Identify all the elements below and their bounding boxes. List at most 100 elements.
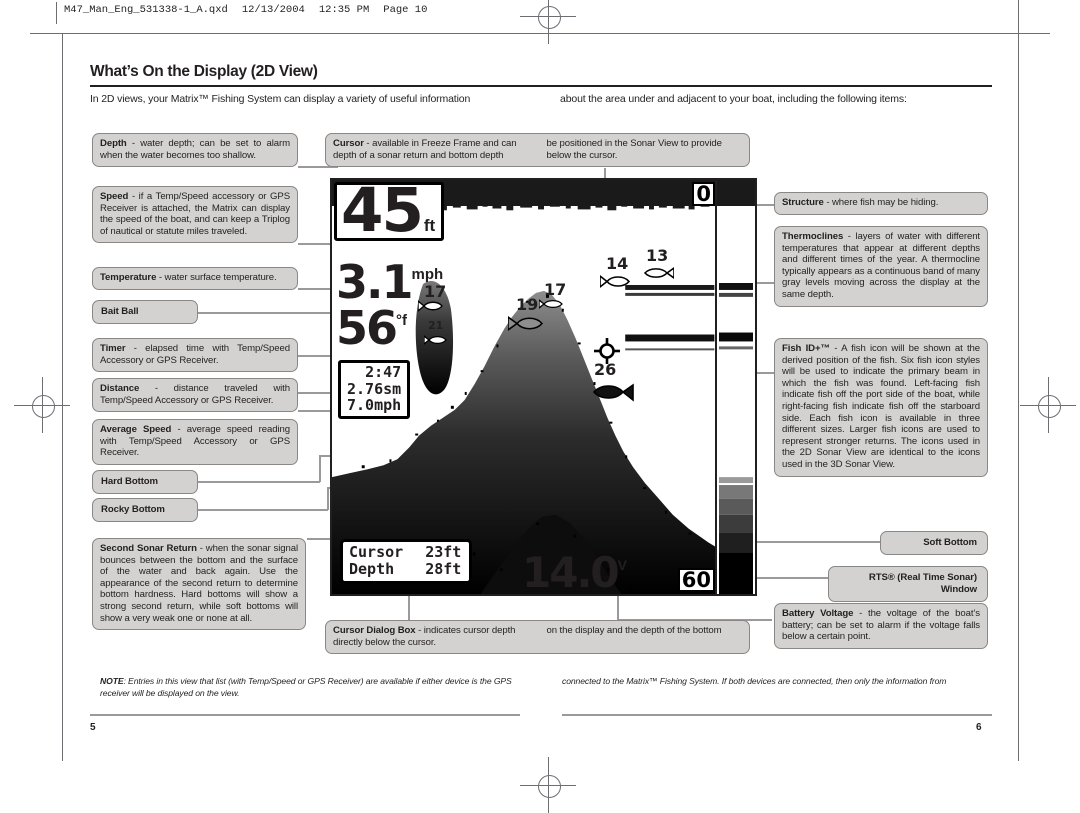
callout-average-speed[interactable]: Average Speed - average speed reading wi… bbox=[92, 419, 298, 465]
note-text-right: connected to the Matrix™ Fishing System.… bbox=[562, 676, 947, 686]
callout-temperature[interactable]: Temperature - water surface temperature. bbox=[92, 267, 298, 290]
fish-label-13: 13 bbox=[646, 246, 669, 265]
depth-value: 45 bbox=[341, 178, 424, 246]
callout-fish-id[interactable]: Fish ID+™ - A fish icon will be shown at… bbox=[774, 338, 988, 477]
callout-rocky-bottom-term: Rocky Bottom bbox=[101, 504, 165, 515]
callout-distance[interactable]: Distance - distance traveled with Temp/S… bbox=[92, 378, 298, 413]
callout-battery-voltage[interactable]: Battery Voltage - the voltage of the boa… bbox=[774, 603, 988, 649]
callout-rts-window[interactable]: RTS® (Real Time Sonar) Window bbox=[828, 566, 988, 602]
callout-speed[interactable]: Speed - if a Temp/Speed accessory or GPS… bbox=[92, 186, 298, 244]
temperature-readout: 56 °f bbox=[336, 301, 408, 355]
callout-structure[interactable]: Structure - where fish may be hiding. bbox=[774, 192, 988, 215]
sonar-display-2d-view[interactable]: 45 ft 3.1 mph 56 °f 2:47 2.76sm 7.0mph 1 bbox=[330, 178, 757, 596]
registration-mark-top bbox=[520, 0, 576, 44]
fish-icon-17-left bbox=[418, 300, 443, 312]
fish-icon-14 bbox=[600, 274, 631, 289]
callout-soft-bottom[interactable]: Soft Bottom bbox=[880, 531, 988, 555]
callout-depth-term: Depth bbox=[100, 138, 127, 149]
slug-time: 12:35 PM bbox=[318, 4, 370, 16]
callout-hard-bottom-term: Hard Bottom bbox=[101, 476, 158, 487]
footer-rule-right bbox=[562, 714, 992, 716]
depth-readout: 45 ft bbox=[334, 178, 445, 246]
battery-voltage-value: 14.0 bbox=[522, 548, 620, 596]
connector-hard-bottom-h bbox=[198, 481, 320, 483]
note-text-left: NOTE: Entries in this view that list (wi… bbox=[100, 676, 520, 699]
callout-distance-term: Distance bbox=[100, 383, 140, 394]
connector-rocky-bottom-h bbox=[198, 509, 328, 511]
callout-soft-bottom-term: Soft Bottom bbox=[923, 537, 977, 548]
slug-filename: M47_Man_Eng_531338-1_A.qxd bbox=[64, 4, 228, 16]
cursor-dialog-depth-value: 28ft bbox=[425, 560, 462, 578]
callout-second-sonar-return-term: Second Sonar Return bbox=[100, 543, 197, 554]
temperature-unit: °f bbox=[396, 312, 408, 329]
slug-date: 12/13/2004 bbox=[241, 4, 305, 16]
callout-battery-voltage-term: Battery Voltage bbox=[782, 608, 854, 619]
triplog-box: 2:47 2.76sm 7.0mph bbox=[338, 360, 411, 419]
fish-label-14: 14 bbox=[606, 254, 629, 273]
callout-temperature-term: Temperature bbox=[100, 272, 157, 283]
depth-unit: ft bbox=[423, 216, 436, 235]
callout-cursor-text-2: be positioned in the Sonar View to provi… bbox=[546, 138, 722, 161]
callout-fish-id-text: - A fish icon will be shown at the deriv… bbox=[782, 343, 981, 470]
connector-soft-bottom bbox=[740, 541, 880, 543]
callout-thermoclines-term: Thermoclines bbox=[782, 231, 844, 242]
cursor-crosshair-icon bbox=[594, 338, 620, 364]
slug-page: Page 10 bbox=[383, 4, 428, 16]
triplog-distance: 2.76sm bbox=[347, 379, 402, 398]
note-label: NOTE bbox=[100, 676, 124, 686]
slug-divider bbox=[56, 2, 57, 24]
callout-cursor-term: Cursor bbox=[333, 138, 364, 149]
scale-label-top: 0 bbox=[692, 182, 715, 206]
title-rule bbox=[90, 85, 992, 87]
callout-hard-bottom[interactable]: Hard Bottom bbox=[92, 470, 198, 494]
callout-depth-text: - water depth; can be set to alarm when … bbox=[100, 138, 290, 161]
fish-label-21: 21 bbox=[428, 319, 444, 332]
callout-thermoclines[interactable]: Thermoclines - layers of water with diff… bbox=[774, 226, 988, 307]
callout-structure-term: Structure bbox=[782, 197, 824, 208]
fish-icon-26 bbox=[592, 383, 634, 402]
trim-line-top bbox=[30, 33, 1050, 34]
trim-line-right bbox=[1018, 0, 1019, 761]
registration-mark-bottom bbox=[520, 757, 576, 813]
rts-returns bbox=[719, 283, 753, 594]
callout-speed-text: - if a Temp/Speed accessory or GPS Recei… bbox=[100, 191, 290, 237]
battery-voltage-readout: 14.0 V bbox=[522, 548, 627, 596]
callout-second-sonar-return-text: - when the sonar signal bounces between … bbox=[100, 543, 298, 624]
callout-cursor-dialog-term: Cursor Dialog Box bbox=[333, 625, 416, 636]
scale-label-bottom: 60 bbox=[677, 568, 715, 592]
callout-cursor[interactable]: Cursor - available in Freeze Frame and c… bbox=[325, 133, 750, 168]
callout-timer-term: Timer bbox=[100, 343, 126, 354]
intro-text-left: In 2D views, your Matrix™ Fishing System… bbox=[90, 93, 471, 105]
sonar-canvas: 45 ft 3.1 mph 56 °f 2:47 2.76sm 7.0mph 1 bbox=[332, 180, 755, 594]
callout-speed-term: Speed bbox=[100, 191, 129, 202]
callout-cursor-dialog-text-2: on the display and the depth of the bott… bbox=[546, 625, 722, 636]
fish-icon-17-center bbox=[539, 299, 563, 309]
speed-unit: mph bbox=[411, 266, 444, 283]
connector-rocky-bottom-v bbox=[327, 487, 329, 510]
callout-cursor-dialog-box[interactable]: Cursor Dialog Box - indicates cursor dep… bbox=[325, 620, 750, 655]
fish-icon-21 bbox=[424, 335, 447, 345]
footer-rule-left bbox=[90, 714, 520, 716]
connector-hard-bottom-v bbox=[319, 455, 321, 482]
cursor-dialog-cursor-label: Cursor bbox=[349, 543, 404, 561]
callout-timer-text: - elapsed time with Temp/Speed Accessory… bbox=[100, 343, 290, 366]
callout-structure-text: - where fish may be hiding. bbox=[823, 197, 939, 208]
trim-line-left bbox=[62, 33, 63, 761]
page-number-right: 6 bbox=[976, 722, 982, 733]
callout-depth[interactable]: Depth - water depth; can be set to alarm… bbox=[92, 133, 298, 168]
page-number-left: 5 bbox=[90, 722, 96, 733]
callout-rocky-bottom[interactable]: Rocky Bottom bbox=[92, 498, 198, 522]
fish-icon-19 bbox=[508, 316, 544, 331]
registration-mark-right bbox=[1020, 377, 1076, 433]
callout-fish-id-term: Fish ID+™ bbox=[782, 343, 830, 354]
cursor-dialog-depth-label: Depth bbox=[349, 560, 395, 578]
speed-value: 3.1 bbox=[336, 255, 413, 309]
printer-slug: M47_Man_Eng_531338-1_A.qxd 12/13/2004 12:3… bbox=[64, 4, 441, 16]
battery-voltage-unit: V bbox=[617, 557, 627, 574]
temperature-value: 56 bbox=[336, 301, 398, 355]
callout-bait-ball[interactable]: Bait Ball bbox=[92, 300, 198, 324]
callout-second-sonar-return[interactable]: Second Sonar Return - when the sonar sig… bbox=[92, 538, 306, 631]
note-body-left: : Entries in this view that list (with T… bbox=[100, 676, 512, 698]
callout-timer[interactable]: Timer - elapsed time with Temp/Speed Acc… bbox=[92, 338, 298, 373]
intro-text-right: about the area under and adjacent to you… bbox=[560, 93, 907, 105]
